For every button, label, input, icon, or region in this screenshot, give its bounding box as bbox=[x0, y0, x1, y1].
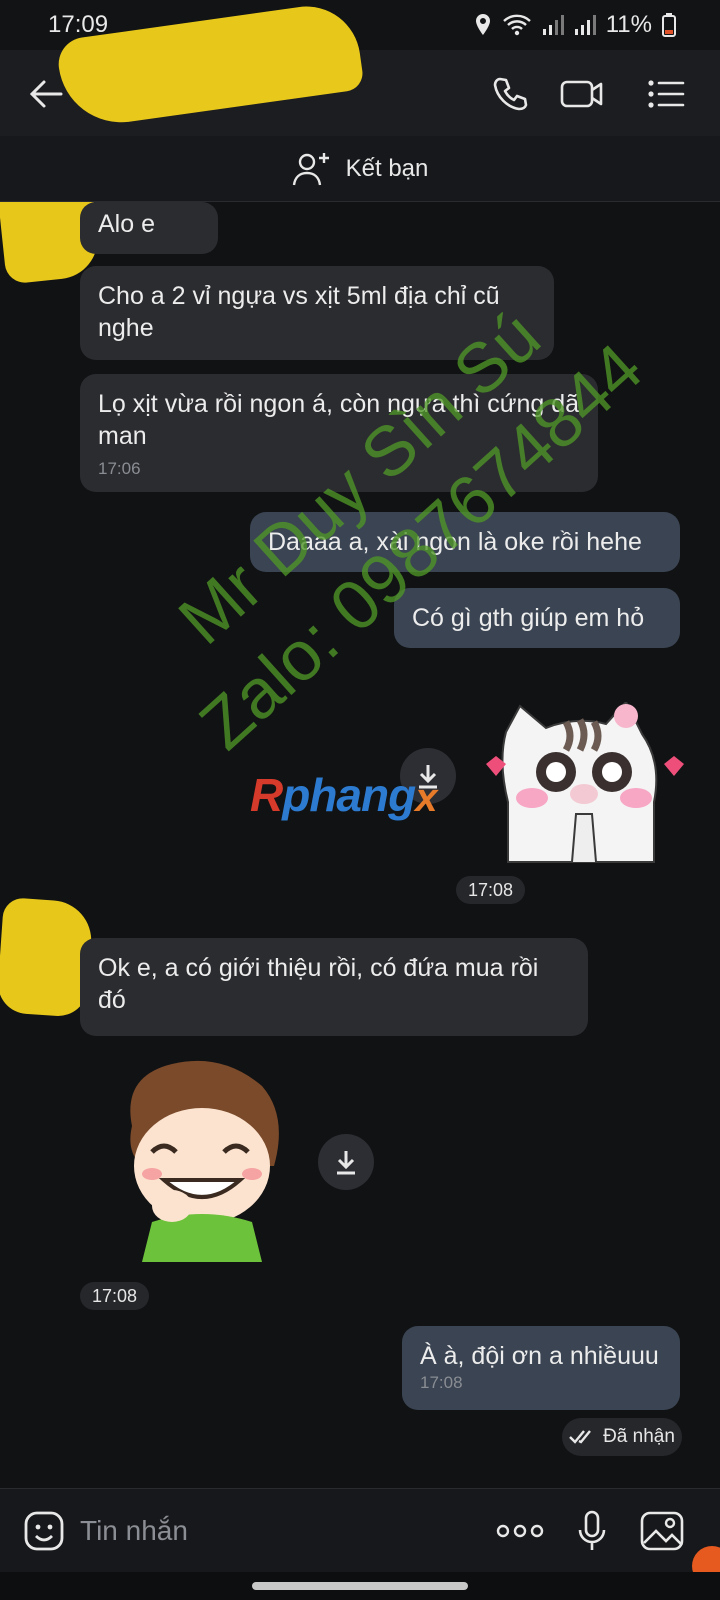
message-text: Cho a 2 vỉ ngựa vs xịt 5ml địa chỉ cũ ng… bbox=[98, 282, 500, 342]
message-incoming[interactable]: Ok e, a có giới thiệu rồi, có đứa mua rồ… bbox=[80, 938, 588, 1036]
message-time: 17:08 bbox=[420, 1373, 463, 1392]
more-icon bbox=[496, 1524, 544, 1538]
message-outgoing[interactable]: Có gì gth giúp em hỏ bbox=[394, 588, 680, 648]
delivery-status: Đã nhận bbox=[562, 1418, 682, 1456]
video-icon bbox=[560, 80, 603, 108]
message-time: 17:06 bbox=[98, 459, 141, 478]
delivery-status-label: Đã nhận bbox=[603, 1426, 675, 1447]
boy-laughing-sticker[interactable] bbox=[112, 1056, 292, 1262]
add-friend-label: Kết bạn bbox=[345, 154, 429, 182]
message-input[interactable] bbox=[80, 1509, 460, 1553]
more-options-button[interactable] bbox=[496, 1507, 544, 1555]
message-text: Daaaa a, xài ngon là oke rồi hehe bbox=[268, 528, 642, 556]
video-call-button[interactable] bbox=[558, 70, 606, 118]
message-incoming[interactable]: Cho a 2 vỉ ngựa vs xịt 5ml địa chỉ cũ ng… bbox=[80, 266, 554, 360]
options-button[interactable] bbox=[642, 70, 690, 118]
download-sticker-button[interactable] bbox=[318, 1134, 374, 1190]
message-incoming[interactable]: Alo e bbox=[80, 202, 218, 254]
message-outgoing[interactable]: À à, đội ơn a nhiềuuu 17:08 bbox=[402, 1326, 680, 1410]
battery-icon bbox=[662, 13, 676, 37]
message-text: Ok e, a có giới thiệu rồi, có đứa mua rồ… bbox=[98, 954, 539, 1014]
message-text: Lọ xịt vừa rồi ngon á, còn ngựa thì cứng… bbox=[98, 390, 580, 450]
menu-list-icon bbox=[648, 80, 685, 108]
message-text: À à, đội ơn a nhiềuuu bbox=[420, 1342, 659, 1370]
battery-percent: 11% bbox=[605, 11, 652, 38]
status-icons: 11% bbox=[474, 11, 676, 39]
watermark-logo: Rphangx bbox=[250, 769, 437, 821]
cat-sticker[interactable] bbox=[476, 702, 686, 864]
phone-icon bbox=[493, 77, 528, 111]
emoji-button[interactable] bbox=[20, 1507, 68, 1555]
download-icon bbox=[337, 1151, 355, 1175]
message-text: Có gì gth giúp em hỏ bbox=[412, 604, 645, 632]
message-outgoing[interactable]: Daaaa a, xài ngon là oke rồi hehe bbox=[250, 512, 680, 572]
back-icon bbox=[29, 80, 63, 108]
signal-icon bbox=[574, 15, 596, 35]
message-composer bbox=[0, 1488, 720, 1572]
sticker-time: 17:08 bbox=[80, 1282, 150, 1310]
location-icon bbox=[475, 14, 490, 35]
message-text: Alo e bbox=[98, 210, 155, 238]
voice-message-button[interactable] bbox=[568, 1507, 616, 1555]
home-handle[interactable] bbox=[252, 1582, 468, 1590]
signal-icon bbox=[542, 15, 564, 35]
call-button[interactable] bbox=[486, 70, 534, 118]
image-icon bbox=[640, 1511, 684, 1551]
double-check-icon bbox=[569, 1430, 592, 1444]
wifi-icon bbox=[502, 14, 531, 36]
microphone-icon bbox=[578, 1510, 606, 1550]
message-incoming[interactable]: Lọ xịt vừa rồi ngon á, còn ngựa thì cứng… bbox=[80, 374, 598, 492]
send-image-button[interactable] bbox=[638, 1507, 686, 1555]
add-friend-icon bbox=[292, 152, 329, 185]
add-friend-bar[interactable]: Kết bạn bbox=[0, 136, 720, 202]
sticker-time: 17:08 bbox=[456, 876, 526, 904]
emoji-icon bbox=[24, 1511, 64, 1551]
system-nav-bar bbox=[0, 1572, 720, 1600]
